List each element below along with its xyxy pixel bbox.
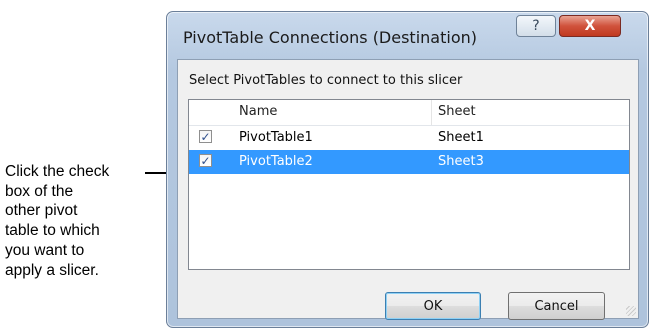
callout-line: you want to: [5, 241, 85, 259]
help-button[interactable]: ?: [516, 15, 556, 37]
instruction-callout: Click the check box of the other pivot t…: [5, 162, 155, 280]
row-name: PivotTable2: [239, 154, 313, 169]
close-icon: X: [584, 18, 596, 34]
pivottable1-checkbox[interactable]: ✓: [199, 130, 212, 143]
pivottable-connections-dialog: PivotTable Connections (Destination) ? X…: [166, 11, 649, 328]
dialog-title: PivotTable Connections (Destination): [183, 28, 477, 47]
callout-line: other pivot: [5, 202, 78, 220]
callout-line: table to which: [5, 222, 100, 240]
resize-grip-icon[interactable]: [626, 306, 636, 316]
pivottable2-checkbox[interactable]: ✓: [199, 154, 212, 167]
table-row-selected[interactable]: ✓ PivotTable2 Sheet3: [189, 150, 629, 174]
row-sheet: Sheet1: [438, 130, 484, 145]
row-sheet: Sheet3: [438, 154, 484, 169]
close-button[interactable]: X: [559, 15, 621, 37]
cancel-button[interactable]: Cancel: [508, 292, 605, 320]
checkmark-icon: ✓: [200, 153, 211, 168]
dialog-prompt: Select PivotTables to connect to this sl…: [189, 73, 463, 88]
dialog-body: Select PivotTables to connect to this sl…: [177, 59, 639, 320]
callout-line: box of the: [5, 182, 74, 200]
help-icon: ?: [532, 18, 540, 34]
row-name: PivotTable1: [239, 130, 313, 145]
ok-button[interactable]: OK: [385, 292, 481, 320]
list-header: Name Sheet: [189, 100, 629, 126]
column-header-sheet[interactable]: Sheet: [438, 104, 476, 119]
callout-line: Click the check: [5, 163, 110, 180]
checkmark-icon: ✓: [200, 129, 211, 144]
pivottable-list[interactable]: Name Sheet ✓ PivotTable1 Sheet1 ✓ PivotT…: [188, 99, 630, 270]
column-header-name[interactable]: Name: [239, 104, 277, 119]
callout-line: apply a slicer.: [5, 261, 99, 279]
table-row[interactable]: ✓ PivotTable1 Sheet1: [189, 126, 629, 150]
column-divider: [431, 100, 432, 125]
